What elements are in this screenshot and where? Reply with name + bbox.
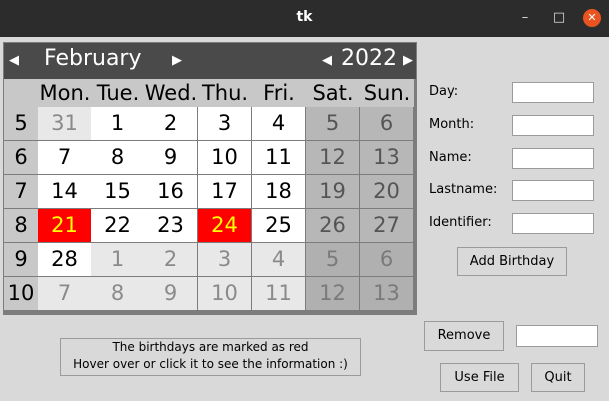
identifier-field[interactable]: [512, 213, 594, 234]
close-icon[interactable]: ✕: [583, 9, 601, 27]
day-cell[interactable]: 5: [306, 243, 359, 276]
weekday-header: Sun.: [360, 79, 414, 107]
birthday-day-cell[interactable]: 21: [38, 209, 91, 242]
info-line-1: The birthdays are marked as red: [112, 340, 309, 354]
weekday-header: Wed.: [144, 79, 198, 107]
week-number: 6: [4, 141, 38, 174]
month-label: February: [44, 46, 142, 71]
day-cell[interactable]: 17: [198, 175, 251, 208]
week-number: 8: [4, 209, 38, 242]
info-label: The birthdays are marked as red Hover ov…: [60, 338, 361, 376]
day-cell[interactable]: 6: [360, 243, 413, 276]
weekday-header: Fri.: [252, 79, 306, 107]
calendar-header: ◀ February ▶ ◀ 2022 ▶: [4, 43, 416, 79]
day-cell[interactable]: 2: [144, 243, 197, 276]
day-cell[interactable]: 26: [306, 209, 359, 242]
next-year-icon[interactable]: ▶: [403, 53, 413, 68]
day-cell[interactable]: 8: [91, 141, 144, 174]
day-cell[interactable]: 12: [306, 141, 359, 174]
day-cell[interactable]: 7: [38, 277, 91, 310]
name-label: Name:: [429, 150, 472, 165]
day-field[interactable]: [512, 82, 594, 103]
day-cell[interactable]: 11: [252, 277, 305, 310]
day-cell[interactable]: 10: [198, 277, 251, 310]
name-field[interactable]: [512, 148, 594, 169]
day-cell[interactable]: 1: [91, 243, 144, 276]
grid-corner: [4, 79, 38, 107]
remove-identifier-field[interactable]: [516, 325, 598, 347]
month-field-label: Month:: [429, 117, 475, 132]
day-cell[interactable]: 9: [144, 277, 197, 310]
day-cell[interactable]: 16: [144, 175, 197, 208]
remove-button[interactable]: Remove: [424, 321, 504, 351]
lastname-label: Lastname:: [429, 182, 498, 197]
day-cell[interactable]: 4: [252, 107, 305, 140]
weekday-header: Sat.: [306, 79, 360, 107]
prev-year-icon[interactable]: ◀: [322, 53, 332, 68]
day-cell[interactable]: 11: [252, 141, 305, 174]
day-cell[interactable]: 7: [38, 141, 91, 174]
prev-month-icon[interactable]: ◀: [9, 53, 19, 68]
add-birthday-button[interactable]: Add Birthday: [457, 247, 567, 276]
weekday-header: Tue.: [91, 79, 145, 107]
week-number: 7: [4, 175, 38, 208]
day-cell[interactable]: 4: [252, 243, 305, 276]
day-cell[interactable]: 5: [306, 107, 359, 140]
day-cell[interactable]: 10: [198, 141, 251, 174]
day-cell[interactable]: 20: [360, 175, 413, 208]
lastname-field[interactable]: [512, 180, 594, 201]
weekday-header: Thu.: [198, 79, 252, 107]
year-label: 2022: [341, 46, 397, 71]
birthday-day-cell[interactable]: 24: [198, 209, 251, 242]
day-cell[interactable]: 23: [144, 209, 197, 242]
maximize-icon[interactable]: □: [550, 9, 568, 27]
day-cell[interactable]: 3: [198, 107, 251, 140]
info-line-2: Hover over or click it to see the inform…: [73, 357, 348, 371]
month-field[interactable]: [512, 115, 594, 136]
day-cell[interactable]: 3: [198, 243, 251, 276]
day-cell[interactable]: 14: [38, 175, 91, 208]
week-number: 9: [4, 243, 38, 276]
day-cell[interactable]: 13: [360, 277, 413, 310]
weekday-header: Mon.: [38, 79, 92, 107]
day-cell[interactable]: 19: [306, 175, 359, 208]
day-cell[interactable]: 9: [144, 141, 197, 174]
day-cell[interactable]: 12: [306, 277, 359, 310]
calendar-widget: ◀ February ▶ ◀ 2022 ▶ Mon. Tue. Wed. Thu. Fr…: [3, 42, 417, 315]
day-cell[interactable]: 13: [360, 141, 413, 174]
minimize-icon[interactable]: –: [516, 9, 534, 27]
day-cell[interactable]: 18: [252, 175, 305, 208]
day-cell[interactable]: 2: [144, 107, 197, 140]
day-label: Day:: [429, 84, 459, 99]
day-cell[interactable]: 22: [91, 209, 144, 242]
use-file-button[interactable]: Use File: [440, 363, 519, 392]
quit-button[interactable]: Quit: [531, 363, 585, 392]
day-cell[interactable]: 6: [360, 107, 413, 140]
day-cell[interactable]: 25: [252, 209, 305, 242]
day-cell[interactable]: 28: [38, 243, 91, 276]
day-cell[interactable]: 1: [91, 107, 144, 140]
week-number: 5: [4, 107, 38, 140]
next-month-icon[interactable]: ▶: [172, 53, 182, 68]
week-number: 10: [4, 277, 38, 310]
day-cell[interactable]: 15: [91, 175, 144, 208]
day-cell[interactable]: 8: [91, 277, 144, 310]
day-cell[interactable]: 27: [360, 209, 413, 242]
title-bar: tk – □ ✕: [0, 0, 609, 37]
day-cell[interactable]: 31: [38, 107, 91, 140]
identifier-label: Identifier:: [429, 215, 492, 230]
